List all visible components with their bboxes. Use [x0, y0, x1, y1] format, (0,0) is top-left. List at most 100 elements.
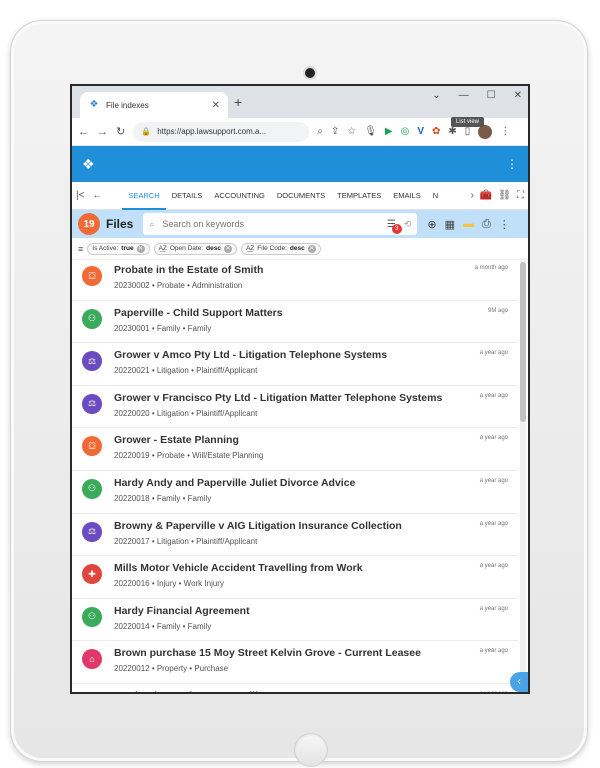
remove-chip-icon[interactable]: ✕ [136, 244, 145, 253]
file-time: a year ago [479, 392, 508, 399]
sidepanel-icon[interactable]: ▯ [465, 126, 471, 137]
file-row[interactable]: ⛋ Grower - Estate Planning 20220019 • Prob… [72, 428, 518, 471]
back-arrow-icon[interactable]: ← [92, 190, 102, 201]
browser-tab[interactable]: ❖ File indexes ✕ [80, 92, 228, 118]
files-count-badge: 19 [78, 213, 100, 235]
extension-icon[interactable]: ◎ [401, 126, 410, 137]
maximize-icon[interactable]: ☐ [487, 90, 496, 101]
print-icon[interactable]: ⎙ [482, 218, 491, 231]
remove-chip-icon[interactable]: ✕ [307, 244, 316, 253]
file-row[interactable]: ⌂ Brown purchase 15 Moy Street Kelvin Gro… [72, 641, 518, 684]
tab-templates[interactable]: TEMPLATES [331, 182, 387, 210]
grid-view-icon[interactable]: ▦ [445, 218, 455, 231]
more-options-icon[interactable]: ⋮ [499, 218, 510, 231]
chip-is-active[interactable]: Is Active: true ✕ [87, 242, 150, 255]
chip-label: File Code: [257, 245, 287, 252]
v-extension-icon[interactable]: V [417, 126, 424, 137]
litigation-icon: ⚖ [82, 351, 102, 372]
extensions-icon[interactable]: ✱ [448, 126, 456, 137]
tab-documents[interactable]: DOCUMENTS [271, 182, 331, 210]
url-field[interactable]: 🔒 https://app.lawsupport.com.a... [133, 121, 310, 142]
new-tab-icon[interactable]: + [234, 94, 242, 110]
file-type: Probate [156, 281, 185, 290]
zoom-icon[interactable]: ⌕ [317, 126, 323, 137]
close-tab-icon[interactable]: ✕ [212, 100, 220, 111]
file-row[interactable]: ⛋ Probate in the Estate of Smith 20230002 … [72, 258, 518, 301]
collapse-panel-icon[interactable]: ‹ [510, 672, 528, 692]
file-title: Hardy Divorce from Paperville [114, 690, 508, 692]
file-row[interactable]: ⚖ Browny & Paperville v AIG Litigation In… [72, 514, 518, 557]
forward-icon[interactable]: → [97, 126, 108, 138]
file-title: Grower - Estate Planning [114, 434, 239, 447]
file-row-body: Hardy Andy and Paperville Juliet Divorce… [114, 477, 508, 503]
back-icon[interactable]: ← [78, 126, 89, 138]
history-icon[interactable]: ⟲ [404, 219, 412, 230]
nav-bar: |< ← SEARCH DETAILS ACCOUNTING DOCUMENTS… [72, 182, 528, 210]
file-subtitle: 20220020 • Litigation • Plaintiff/Applic… [114, 408, 258, 418]
file-time: a year ago [479, 350, 508, 357]
file-row[interactable]: ⚇ Hardy Andy and Paperville Juliet Divorc… [72, 471, 518, 514]
file-row[interactable]: ✚ Mills Motor Vehicle Accident Travelling… [72, 556, 518, 599]
file-subtype: Plaintiff/Applicant [196, 366, 258, 376]
app-menu-icon[interactable]: ⋮ [506, 157, 518, 171]
filter-icon[interactable]: ☰ 3 [387, 219, 402, 234]
file-row[interactable]: ⚇ Hardy Divorce from Papervillea year ago [72, 684, 518, 692]
close-window-icon[interactable]: ✕ [514, 90, 522, 101]
file-time: a year ago [479, 563, 508, 570]
reload-icon[interactable]: ↻ [116, 125, 125, 138]
remove-chip-icon[interactable]: ✕ [223, 244, 232, 253]
file-title: Mills Motor Vehicle Accident Travelling … [114, 562, 363, 575]
sort-filter-icon[interactable]: ≡ [78, 244, 83, 254]
browser-menu-icon[interactable]: ⋮ [500, 126, 510, 137]
file-time: a year ago [479, 648, 508, 655]
chip-file-code[interactable]: A͟Z File Code: desc ✕ [240, 242, 321, 255]
first-page-icon[interactable]: |< [76, 190, 84, 201]
fullscreen-icon[interactable]: ⛶ [517, 190, 524, 201]
tab-search[interactable]: SEARCH [122, 182, 166, 210]
family-icon: ⚇ [82, 606, 102, 627]
app-logo-icon[interactable]: ❖ [82, 156, 95, 173]
app-favicon-icon: ❖ [89, 99, 99, 110]
tab-title: File indexes [106, 100, 149, 110]
tab-more[interactable]: N [427, 182, 444, 210]
chevron-right-icon[interactable]: › [471, 190, 474, 201]
sort-az-icon: A͟Z [158, 245, 167, 252]
file-row[interactable]: ⚖ Grower v Amco Pty Ltd - Litigation Tele… [72, 343, 518, 386]
link-icon[interactable]: ⛓ [498, 190, 511, 201]
list-view-icon[interactable]: ▬ [463, 218, 474, 231]
file-title: Hardy Financial Agreement [114, 604, 250, 617]
puzzle-extension-icon[interactable]: ✿ [432, 126, 440, 137]
file-type: Family [156, 493, 181, 503]
tab-accounting[interactable]: ACCOUNTING [208, 182, 270, 210]
file-row[interactable]: ⚇ Paperville - Child Support Matters 20230… [72, 301, 518, 344]
file-row[interactable]: ⚇ Hardy Financial Agreement 20220014 • Fam… [72, 599, 518, 642]
share-icon[interactable]: ⇪ [331, 126, 339, 137]
file-type: Probate [156, 451, 185, 461]
chip-value: desc [289, 245, 305, 252]
mic-icon[interactable]: 🎙 [364, 126, 377, 137]
tab-emails[interactable]: EMAILS [387, 182, 427, 210]
file-code: 20220012 [114, 664, 150, 674]
bookmark-star-icon[interactable]: ☆ [347, 126, 356, 137]
file-row[interactable]: ⚖ Grower v Francisco Pty Ltd - Litigation… [72, 386, 518, 429]
tab-details[interactable]: DETAILS [166, 182, 209, 210]
chip-value: true [121, 245, 134, 252]
file-row-body: Brown purchase 15 Moy Street Kelvin Grov… [114, 647, 508, 673]
file-subtype: Work Injury [183, 579, 224, 589]
minimize-icon[interactable]: — [459, 90, 469, 101]
play-extension-icon[interactable]: ▶ [385, 126, 393, 137]
file-row-body: Browny & Paperville v AIG Litigation Ins… [114, 520, 508, 546]
injury-icon: ✚ [82, 564, 102, 585]
chip-open-date[interactable]: A͟Z Open Date: desc ✕ [153, 242, 237, 255]
family-icon: ⚇ [82, 308, 102, 329]
file-title: Browny & Paperville v AIG Litigation Ins… [114, 519, 402, 532]
briefcase-icon[interactable]: 🧰 [480, 190, 492, 201]
home-button[interactable] [294, 733, 328, 767]
search-input[interactable] [162, 219, 379, 229]
family-icon: ⚇ [82, 691, 102, 692]
add-icon[interactable]: ⊕ [427, 218, 436, 231]
chip-label: Is Active: [92, 245, 119, 252]
scrollbar-thumb[interactable] [520, 262, 526, 422]
file-title: Grower v Francisco Pty Ltd - Litigation … [114, 391, 443, 404]
tab-search-icon[interactable]: ⌄ [432, 90, 440, 101]
